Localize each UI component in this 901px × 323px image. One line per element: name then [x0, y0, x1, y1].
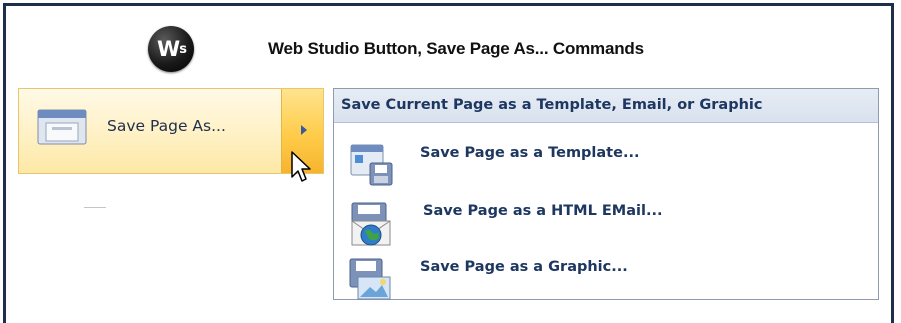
- save-as-template-label: Save Page as a Template...: [420, 145, 640, 161]
- mouse-pointer-icon: [290, 150, 312, 189]
- save-page-as-menu-item[interactable]: Save Page As...: [18, 88, 324, 174]
- save-as-html-email-label: Save Page as a HTML EMail...: [423, 203, 663, 219]
- chevron-right-icon: [301, 125, 307, 135]
- save-as-template-item[interactable]: Save Page as a Template...: [348, 139, 868, 191]
- page-title: Web Studio Button, Save Page As... Comma…: [268, 39, 644, 58]
- save-email-icon: [348, 201, 394, 254]
- save-as-graphic-item[interactable]: Save Page as a Graphic...: [348, 253, 868, 305]
- save-as-graphic-label: Save Page as a Graphic...: [420, 259, 628, 275]
- save-graphic-icon: [348, 257, 394, 306]
- logo-letter: W: [157, 37, 180, 61]
- menu-separator: [84, 207, 106, 208]
- save-as-html-email-item[interactable]: Save Page as a HTML EMail...: [348, 197, 868, 249]
- header: Ws Web Studio Button, Save Page As... Co…: [148, 26, 644, 72]
- submenu-header: Save Current Page as a Template, Email, …: [334, 89, 878, 123]
- save-page-icon: [37, 109, 87, 150]
- save-page-as-label: Save Page As...: [107, 117, 226, 135]
- save-template-icon: [348, 143, 394, 192]
- logo-subscript: s: [179, 41, 187, 57]
- save-as-submenu: Save Current Page as a Template, Email, …: [333, 88, 879, 300]
- web-studio-logo: Ws: [148, 26, 194, 72]
